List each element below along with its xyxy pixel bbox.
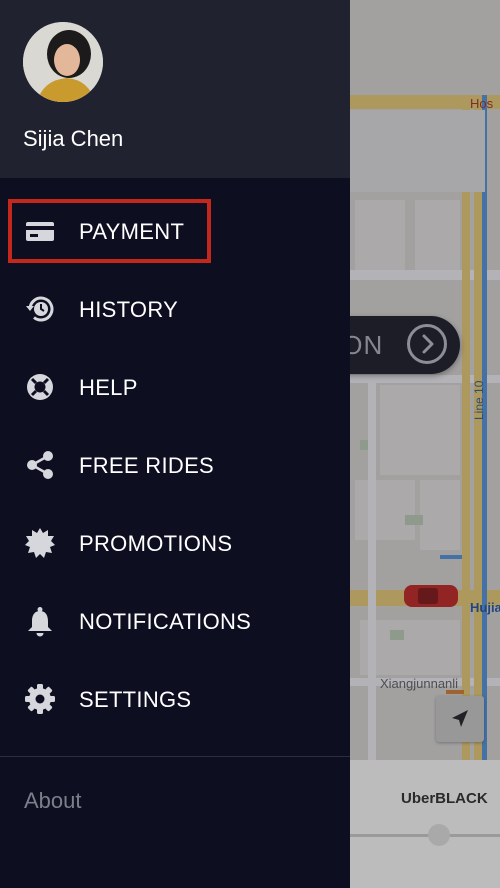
menu-item-label: PROMOTIONS: [79, 531, 233, 556]
divider: [0, 756, 350, 757]
lifebuoy-icon: [24, 371, 56, 403]
vehicle-slider-knob[interactable]: [428, 824, 450, 846]
menu-item-free-rides[interactable]: FREE RIDES: [0, 435, 350, 495]
badge-burst-icon: [24, 527, 56, 559]
menu-item-notifications[interactable]: NOTIFICATIONS: [0, 591, 350, 651]
share-icon: [24, 449, 56, 481]
menu-item-label: HISTORY: [79, 297, 179, 322]
menu-item-history[interactable]: HISTORY: [0, 279, 350, 339]
gear-icon: [24, 683, 56, 715]
user-name: Sijia Chen: [23, 126, 124, 151]
menu-item-promotions[interactable]: PROMOTIONS: [0, 513, 350, 573]
menu-item-label: HELP: [79, 375, 138, 400]
highlight-box: [8, 199, 211, 263]
avatar[interactable]: [23, 22, 103, 102]
menu-item-help[interactable]: HELP: [0, 357, 350, 417]
vehicle-option-label[interactable]: UberBLACK: [401, 790, 488, 807]
menu-item-label: SETTINGS: [79, 687, 192, 712]
menu-item-settings[interactable]: SETTINGS: [0, 669, 350, 729]
history-clock-icon: [24, 293, 56, 325]
about-link[interactable]: About: [24, 788, 82, 814]
navigation-drawer: Sijia Chen PAYMENT HISTORY HELP FREE RID…: [0, 0, 350, 888]
menu-item-label: FREE RIDES: [79, 453, 215, 478]
vehicle-slider-track[interactable]: [350, 834, 500, 837]
profile-header[interactable]: Sijia Chen: [0, 0, 350, 178]
bell-icon: [24, 605, 56, 637]
menu-item-label: NOTIFICATIONS: [79, 609, 252, 634]
